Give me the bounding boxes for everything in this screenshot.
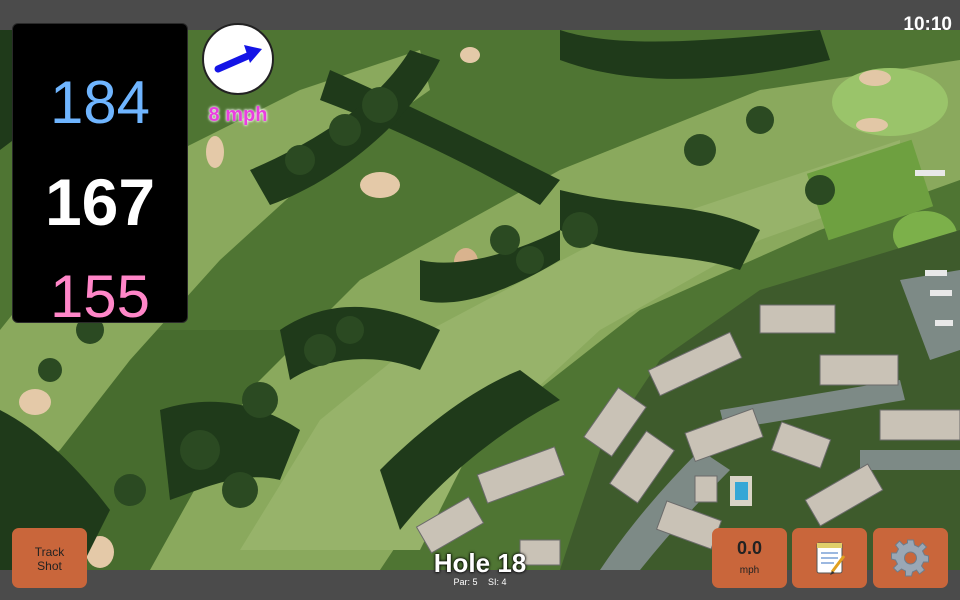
settings-button[interactable] [873,528,948,588]
track-shot-button[interactable]: Track Shot [12,528,87,588]
hole-par: Par: 5 [453,577,478,587]
speed-value: 0.0 [736,538,763,558]
wind-arrow-icon [214,45,262,73]
distance-panel: 184 167 155 [12,23,188,330]
speed-button[interactable]: 0.0 mph [712,528,787,588]
notepad-icon [816,542,846,575]
gear-icon [891,539,929,577]
hole-info: Par: 5 SI: 4 [380,577,580,587]
wind-indicator[interactable] [202,23,274,95]
distance-back: 184 [49,69,151,136]
notes-button[interactable] [792,528,867,588]
speed-unit: mph [739,565,760,576]
hole-title: Hole 18 [433,548,527,578]
hole-stroke-index: SI: 4 [488,577,507,587]
track-shot-label-line2: Shot [37,559,62,573]
distance-front: 155 [49,263,151,330]
wind-speed-label: 8 mph [208,104,268,126]
distance-middle: 167 [44,165,156,239]
track-shot-label-line1: Track [34,545,65,559]
